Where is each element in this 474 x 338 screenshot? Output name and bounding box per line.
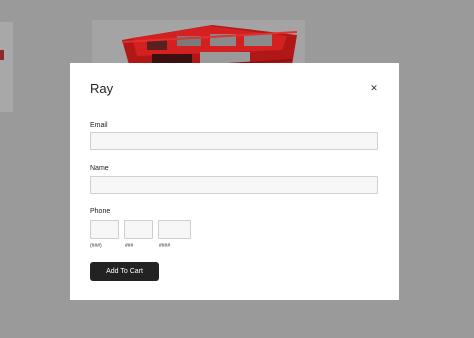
- email-field[interactable]: [90, 132, 378, 150]
- background-thumbnail-left: [0, 22, 13, 112]
- phone-label: Phone: [90, 208, 110, 215]
- phone-prefix-hint: ###: [125, 243, 133, 249]
- add-to-cart-button[interactable]: Add To Cart: [90, 262, 159, 281]
- phone-area-code-hint: (###): [90, 243, 102, 249]
- phone-area-code-input[interactable]: [90, 220, 119, 239]
- phone-prefix-input[interactable]: [124, 220, 153, 239]
- email-label: Email: [90, 122, 108, 129]
- close-button[interactable]: ✕: [366, 80, 382, 96]
- modal-title: Ray: [90, 81, 113, 96]
- phone-line-hint: ####: [159, 243, 170, 249]
- name-label: Name: [90, 165, 109, 172]
- name-field[interactable]: [90, 176, 378, 194]
- close-icon: ✕: [370, 83, 378, 93]
- phone-line-input[interactable]: [158, 220, 191, 239]
- add-to-cart-modal: Ray ✕ Email Name Phone (###) ### #### Ad…: [70, 63, 399, 300]
- background-product-edge: [0, 50, 4, 60]
